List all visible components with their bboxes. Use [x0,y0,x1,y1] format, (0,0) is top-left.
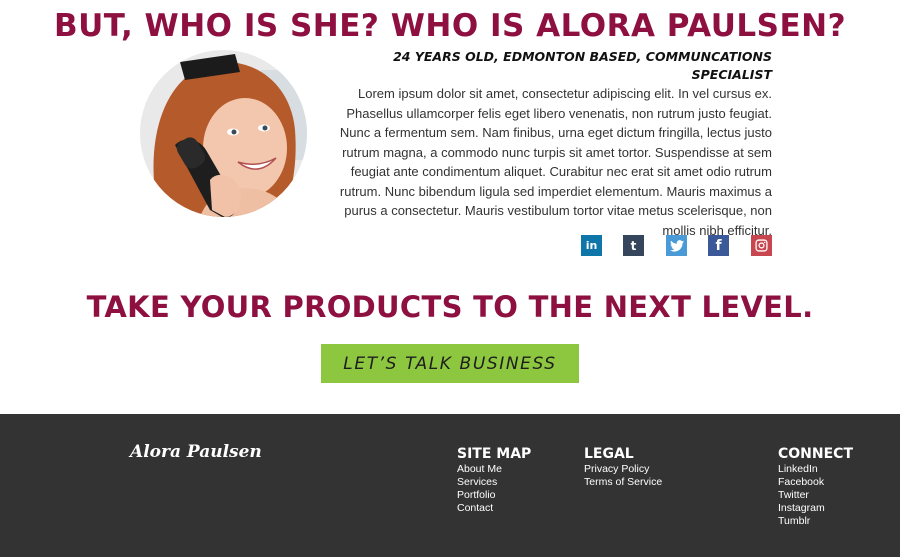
sitemap-title: SITE MAP [457,446,532,462]
instagram-icon[interactable] [751,235,772,256]
footer-link-about-me[interactable]: About Me [457,463,531,476]
linkedin-icon[interactable]: in [581,235,602,256]
footer-sitemap: SITE MAP About Me Services Portfolio Con… [457,446,531,515]
about-section: 24 YEARS OLD, EDMONTON BASED, COMMUNCATI… [330,48,772,240]
about-headline: BUT, WHO IS SHE? WHO IS ALORA PAULSEN? [53,8,847,44]
profile-photo [140,50,307,217]
footer-link-facebook[interactable]: Facebook [778,476,853,489]
lets-talk-business-button[interactable]: LET’S TALK BUSINESS [321,344,579,383]
cta-title: TAKE YOUR PRODUCTS TO THE NEXT LEVEL. [86,290,814,324]
connect-title: CONNECT [778,446,853,462]
footer-connect: CONNECT LinkedIn Facebook Twitter Instag… [778,446,853,528]
footer-link-terms-of-service[interactable]: Terms of Service [584,476,662,489]
footer-logo: Alora Paulsen [130,442,262,462]
about-bio: Lorem ipsum dolor sit amet, consectetur … [339,86,772,238]
tumblr-icon[interactable]: t [623,235,644,256]
footer-link-contact[interactable]: Contact [457,502,531,515]
footer-link-linkedin[interactable]: LinkedIn [778,463,853,476]
footer-link-portfolio[interactable]: Portfolio [457,489,531,502]
footer: Alora Paulsen SITE MAP About Me Services… [0,414,900,557]
twitter-icon[interactable] [666,235,687,256]
legal-title: LEGAL [584,446,634,462]
facebook-glyph: f [715,237,722,254]
about-subtitle: 24 YEARS OLD, EDMONTON BASED, COMMUNCATI… [393,49,772,82]
footer-link-privacy-policy[interactable]: Privacy Policy [584,463,662,476]
tumblr-glyph: t [630,238,637,253]
footer-link-twitter[interactable]: Twitter [778,489,853,502]
linkedin-glyph: in [585,239,598,252]
footer-link-instagram[interactable]: Instagram [778,502,853,515]
facebook-icon[interactable]: f [708,235,729,256]
footer-link-services[interactable]: Services [457,476,531,489]
footer-legal: LEGAL Privacy Policy Terms of Service [584,446,662,489]
footer-link-tumblr[interactable]: Tumblr [778,515,853,528]
social-links: in t f [581,235,772,256]
